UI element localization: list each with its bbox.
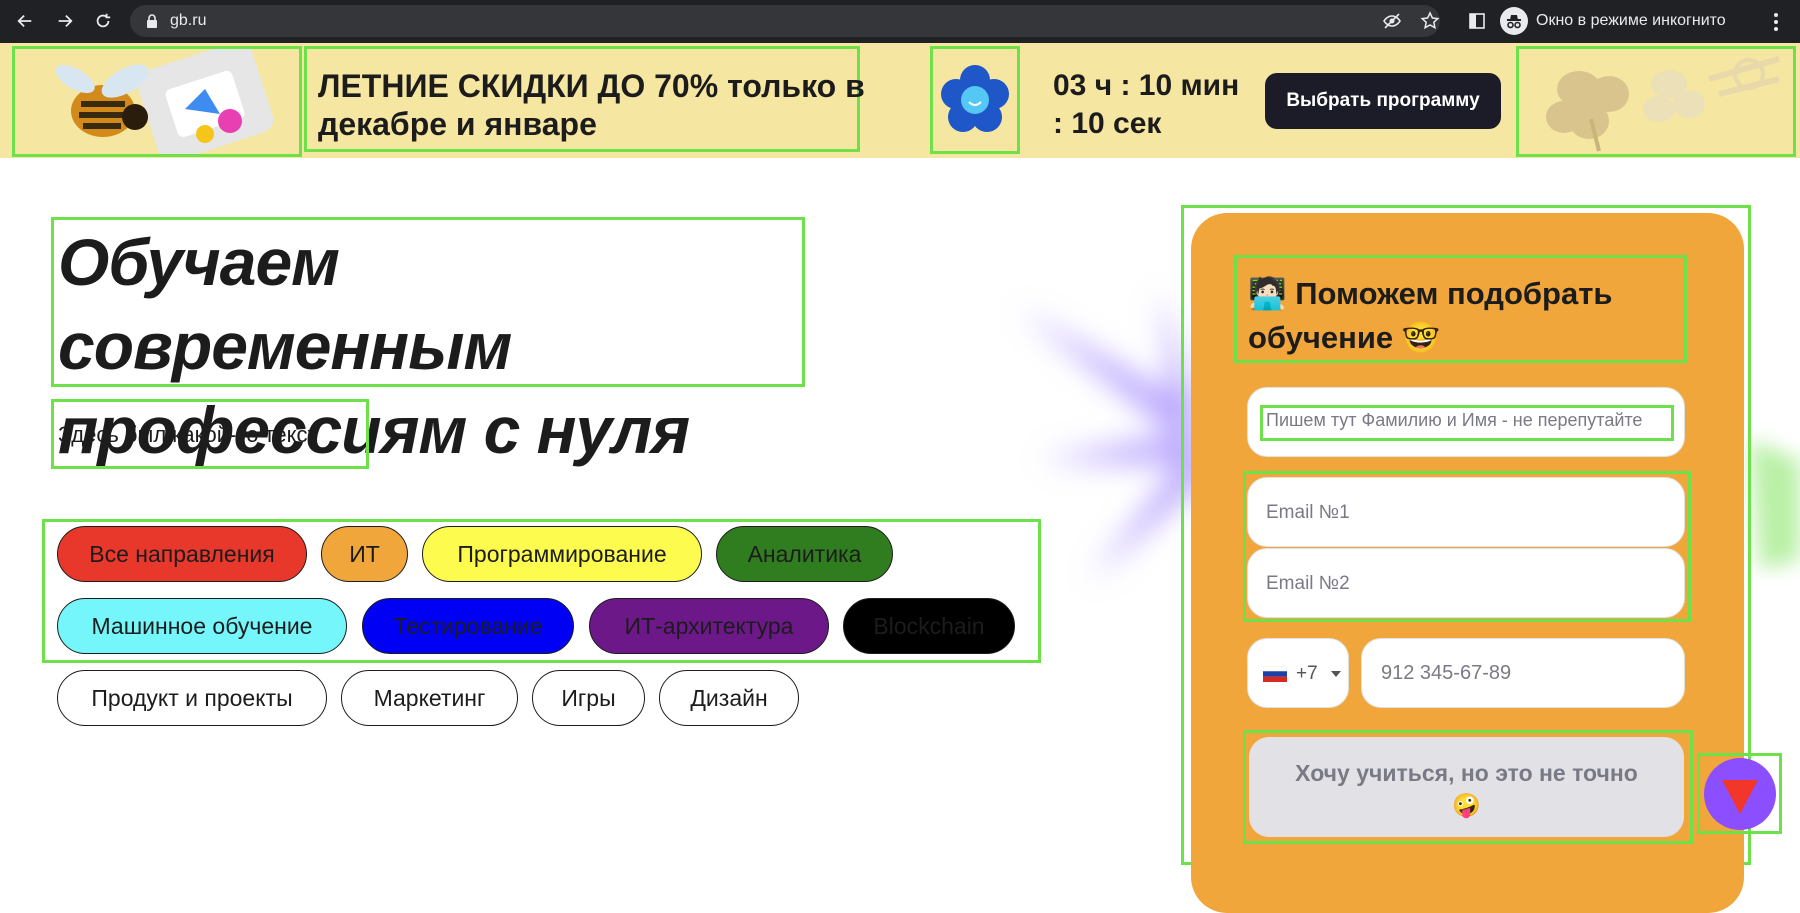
email-2-placeholder: Email №2 [1266, 573, 1350, 594]
promo-illustration-clover [1516, 46, 1796, 157]
name-placeholder: Пишем тут Фамилию и Имя - не перепутайте [1266, 410, 1643, 430]
laptop-person-emoji: 🧑🏻‍💻 [1248, 276, 1287, 311]
browser-toolbar: gb.ru Окно в режиме инкогнито [0, 0, 1800, 43]
crazy-face-emoji: 🤪 [1452, 792, 1481, 818]
form-title: 🧑🏻‍💻 Поможем подобрать обучение 🤓 [1248, 272, 1678, 360]
url-text: gb.ru [170, 12, 207, 29]
russia-flag-icon [1263, 666, 1287, 682]
back-icon[interactable] [12, 8, 38, 34]
side-panel-icon[interactable] [1465, 9, 1489, 33]
address-bar[interactable]: gb.ru [130, 5, 1440, 37]
incognito-indicator[interactable]: Окно в режиме инкогнито [1500, 4, 1726, 38]
promo-title: ЛЕТНИЕ СКИДКИ ДО 70% только в декабре и … [318, 68, 865, 142]
phone-field[interactable]: 912 345-67-89 [1361, 638, 1685, 708]
promo-banner: ЛЕТНИЕ СКИДКИ ДО 70% только в декабре и … [0, 41, 1800, 162]
incognito-label: Окно в режиме инкогнито [1536, 12, 1726, 29]
chip-it-architecture[interactable]: ИТ-архитектура [589, 598, 829, 654]
menu-icon[interactable] [1766, 10, 1786, 34]
hero-subtitle: Здесь был какой-то текст [58, 422, 318, 447]
scroll-down-button[interactable] [1704, 758, 1776, 830]
chip-blockchain[interactable]: Blockchain [843, 598, 1015, 654]
chip-design[interactable]: Дизайн [659, 670, 799, 726]
email-1-placeholder: Email №1 [1266, 502, 1350, 523]
nerd-emoji: 🤓 [1401, 320, 1441, 355]
eye-off-icon[interactable] [1380, 9, 1404, 33]
email-1-field[interactable]: Email №1 [1247, 477, 1685, 547]
country-code-select[interactable]: +7 [1247, 638, 1349, 708]
flower-icon [941, 65, 1009, 132]
phone-placeholder: 912 345-67-89 [1381, 662, 1512, 684]
country-code: +7 [1296, 663, 1318, 684]
incognito-icon [1500, 7, 1528, 35]
chip-games[interactable]: Игры [532, 670, 645, 726]
forward-icon[interactable] [52, 8, 78, 34]
chip-programming[interactable]: Программирование [422, 526, 702, 582]
triangle-down-icon [1722, 780, 1758, 814]
lock-icon [147, 14, 157, 28]
chip-testing[interactable]: Тестирование [362, 598, 574, 654]
promo-illustration-bee [12, 41, 302, 162]
choose-program-button[interactable]: Выбрать программу [1265, 73, 1501, 129]
email-2-field[interactable]: Email №2 [1247, 548, 1685, 618]
chip-analytics[interactable]: Аналитика [716, 526, 893, 582]
countdown-timer: 03 ч : 10 мин : 10 сек [1053, 69, 1240, 140]
name-field[interactable]: Пишем тут Фамилию и Имя - не перепутайте [1247, 387, 1685, 457]
chevron-down-icon [1331, 671, 1341, 677]
promo-flower-highlight [930, 46, 1020, 154]
reload-icon[interactable] [90, 8, 116, 34]
submit-label: Хочу учиться, но это не точно [1295, 760, 1638, 786]
star-icon[interactable] [1418, 9, 1442, 33]
submit-button[interactable]: Хочу учиться, но это не точно 🤪 [1249, 737, 1684, 837]
chip-product-projects[interactable]: Продукт и проекты [57, 670, 327, 726]
chip-it[interactable]: ИТ [321, 526, 408, 582]
chip-all-directions[interactable]: Все направления [57, 526, 307, 582]
chip-machine-learning[interactable]: Машинное обучение [57, 598, 347, 654]
chip-marketing[interactable]: Маркетинг [341, 670, 518, 726]
